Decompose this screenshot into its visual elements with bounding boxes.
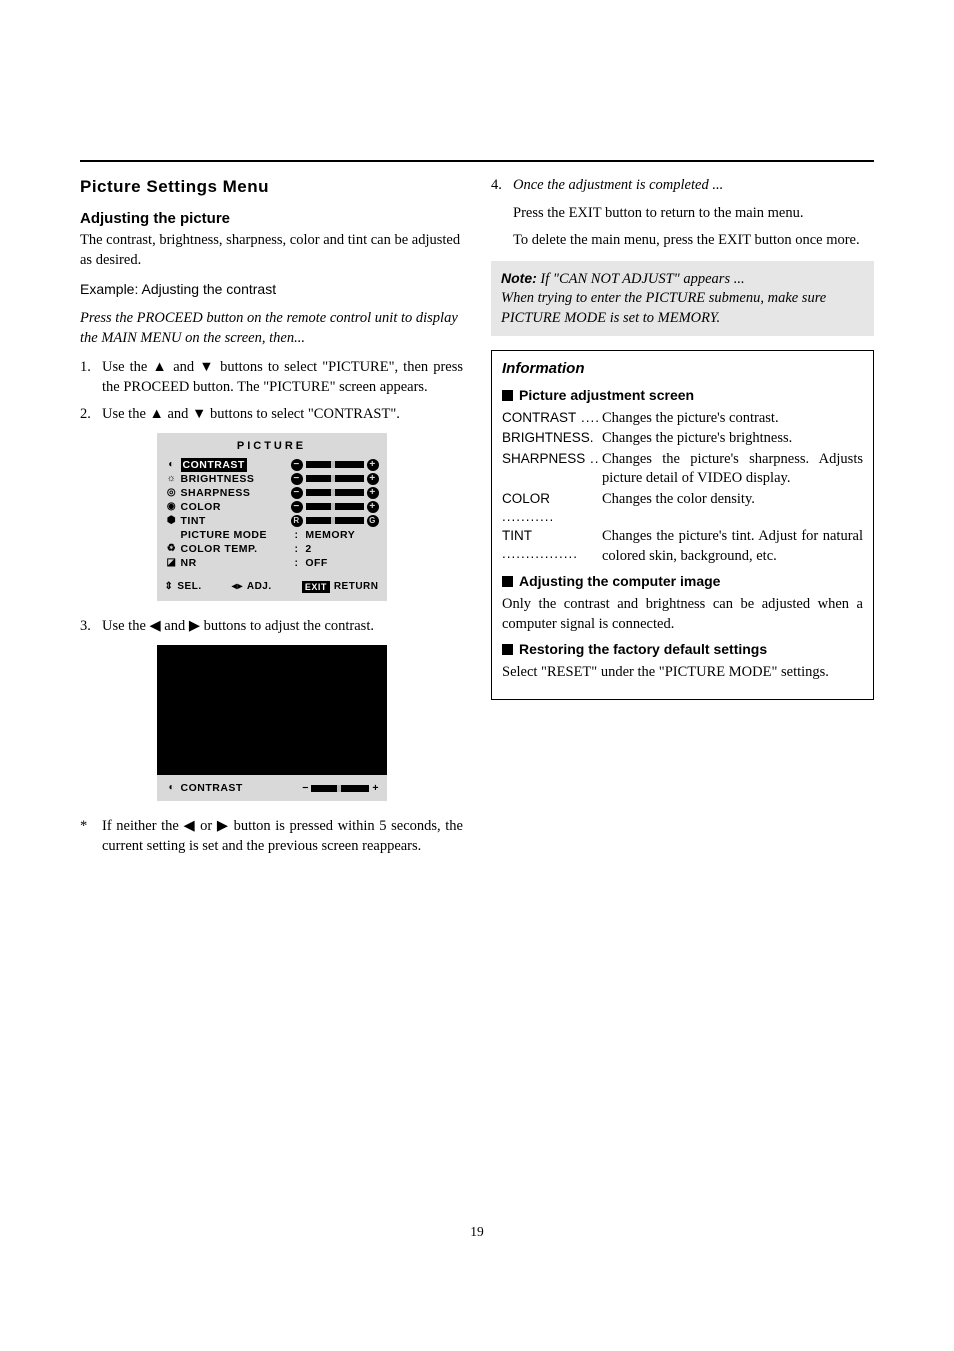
intro-text: The contrast, brightness, sharpness, col… — [80, 231, 463, 270]
sharpness-icon: ◎ — [165, 486, 179, 500]
def-brightness: BRIGHTNESS. Changes the picture's bright… — [502, 429, 863, 449]
left-column: Picture Settings Menu Adjusting the pict… — [80, 176, 463, 864]
osd-nr-label: NR — [179, 556, 289, 570]
osd-nr-value: OFF — [305, 557, 328, 569]
slider-track — [311, 785, 369, 792]
plus-icon: + — [367, 473, 379, 485]
step-3: 3. Use the ◀ and ▶ buttons to adjust the… — [80, 617, 463, 637]
minus-icon: − — [291, 473, 303, 485]
osd2-label: CONTRAST — [179, 781, 303, 795]
slider-track — [306, 517, 364, 524]
osd-colortemp-value: 2 — [305, 543, 311, 555]
osd-row-tint: TINT — [179, 514, 291, 528]
step-text: Use the ◀ and ▶ buttons to adjust the co… — [102, 617, 463, 637]
color-icon: ◉ — [165, 500, 179, 514]
step-text: Use the ▲ and ▼ buttons to select "CONTR… — [102, 405, 463, 425]
osd-title: PICTURE — [165, 439, 379, 454]
sq-head-computer-image: Adjusting the computer image — [502, 572, 863, 591]
foot-adj: ADJ. — [247, 580, 272, 594]
def-sharpness: SHARPNESS .. Changes the picture's sharp… — [502, 450, 863, 489]
star-mark: * — [80, 817, 96, 856]
example-line: Example: Adjusting the contrast — [80, 280, 463, 299]
preview-black-area — [157, 645, 387, 775]
right-column: 4. Once the adjustment is completed ... … — [491, 176, 874, 864]
slider-track — [306, 461, 364, 468]
step-4: 4. Once the adjustment is completed ... — [491, 176, 874, 196]
subsection-title: Adjusting the picture — [80, 209, 463, 229]
step-2: 2. Use the ▲ and ▼ buttons to select "CO… — [80, 405, 463, 425]
restoring-defaults-text: Select "RESET" under the "PICTURE MODE" … — [502, 663, 863, 683]
osd-row-contrast: CONTRAST — [181, 458, 247, 472]
slider-track — [306, 489, 364, 496]
minus-icon: − — [302, 781, 308, 795]
tint-r-icon: R — [291, 515, 303, 527]
top-rule — [80, 160, 874, 162]
contrast-icon: ◐ — [165, 458, 179, 472]
minus-icon: − — [291, 501, 303, 513]
step-number: 2. — [80, 405, 96, 425]
contrast-icon: ◐ — [165, 781, 179, 795]
minus-icon: − — [291, 459, 303, 471]
plus-icon: + — [367, 501, 379, 513]
slider-track — [306, 503, 364, 510]
osd-picture-mode-value: MEMORY — [305, 529, 355, 541]
note-line2: When trying to enter the PICTURE submenu… — [501, 290, 826, 326]
step-text: Once the adjustment is completed ... — [513, 176, 874, 196]
step4-line-a: Press the EXIT button to return to the m… — [513, 204, 874, 224]
osd-row-brightness: BRIGHTNESS — [179, 472, 291, 486]
def-color: COLOR ........... Changes the color dens… — [502, 490, 863, 526]
nr-icon: ◪ — [165, 556, 179, 570]
foot-sel: SEL. — [177, 580, 201, 594]
tint-g-icon: G — [367, 515, 379, 527]
foot-return: RETURN — [334, 580, 379, 594]
osd-contrast-preview: ◐ CONTRAST − + — [157, 645, 387, 801]
slider-track — [306, 475, 364, 482]
computer-image-text: Only the contrast and brightness can be … — [502, 595, 863, 634]
def-contrast: CONTRAST .... Changes the picture's cont… — [502, 409, 863, 429]
osd-row-color: COLOR — [179, 500, 291, 514]
section-title: Picture Settings Menu — [80, 176, 463, 199]
tint-icon: ⬢ — [165, 514, 179, 528]
osd-picture-menu: PICTURE ◐ CONTRAST − + ☼ BRIGHTNESS − + … — [157, 433, 387, 601]
minus-icon: − — [291, 487, 303, 499]
leftright-icon: ◂▸ — [232, 580, 243, 594]
information-box: Information Picture adjustment screen CO… — [491, 350, 874, 699]
note-label: Note: — [501, 270, 537, 286]
brightness-icon: ☼ — [165, 472, 179, 486]
note-line1: If "CAN NOT ADJUST" appears ... — [537, 271, 745, 287]
updown-icon: ⇕ — [165, 580, 174, 594]
sq-head-restoring-defaults: Restoring the factory default settings — [502, 640, 863, 659]
information-title: Information — [502, 359, 863, 379]
plus-icon: + — [367, 487, 379, 499]
def-tint: TINT ................ Changes the pictur… — [502, 527, 863, 566]
page-number: 19 — [0, 1223, 954, 1241]
plus-icon: + — [372, 781, 378, 795]
sq-head-picture-adjustment: Picture adjustment screen — [502, 386, 863, 405]
step-number: 3. — [80, 617, 96, 637]
step-number: 1. — [80, 358, 96, 397]
exit-icon: EXIT — [302, 581, 330, 593]
step-1: 1. Use the ▲ and ▼ buttons to select "PI… — [80, 358, 463, 397]
step-text: Use the ▲ and ▼ buttons to select "PICTU… — [102, 358, 463, 397]
proceed-instruction: Press the PROCEED button on the remote c… — [80, 309, 463, 348]
osd-picture-mode-label: PICTURE MODE — [179, 528, 289, 542]
note-block: Note: If "CAN NOT ADJUST" appears ... Wh… — [491, 261, 874, 337]
osd-colortemp-label: COLOR TEMP. — [179, 542, 289, 556]
footnote: * If neither the ◀ or ▶ button is presse… — [80, 817, 463, 856]
plus-icon: + — [367, 459, 379, 471]
step-number: 4. — [491, 176, 507, 196]
step4-line-b: To delete the main menu, press the EXIT … — [513, 231, 874, 251]
osd-row-sharpness: SHARPNESS — [179, 486, 291, 500]
colortemp-icon: ♻ — [165, 542, 179, 556]
footnote-text: If neither the ◀ or ▶ button is pressed … — [102, 817, 463, 856]
